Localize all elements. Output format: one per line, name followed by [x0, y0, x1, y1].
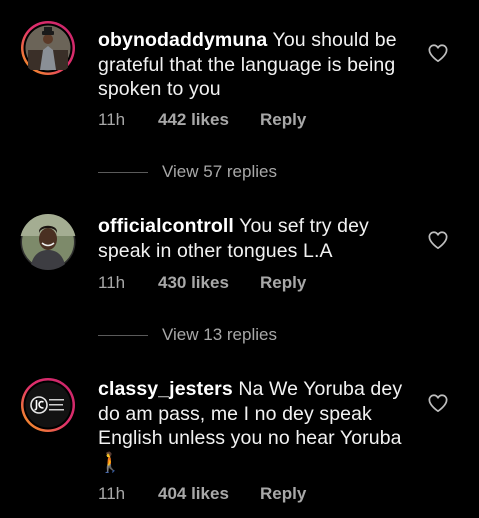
comment-meta: 11h 404 likes Reply — [98, 484, 306, 504]
comment-meta: 11h 430 likes Reply — [98, 273, 306, 293]
likes-count[interactable]: 404 likes — [158, 484, 260, 504]
comment-text: officialcontroll You sef try dey speak i… — [98, 214, 408, 263]
view-replies-button[interactable]: View 13 replies — [98, 323, 277, 347]
reply-button[interactable]: Reply — [260, 273, 306, 293]
comment-time: 11h — [98, 273, 126, 292]
view-replies-label: View 57 replies — [162, 162, 277, 181]
comment-username[interactable]: officialcontroll — [98, 215, 234, 237]
heart-outline-icon[interactable] — [427, 43, 449, 63]
heart-outline-icon[interactable] — [427, 230, 449, 250]
reply-button[interactable]: Reply — [260, 484, 306, 504]
likes-count[interactable]: 442 likes — [158, 110, 260, 130]
avatar[interactable] — [20, 20, 76, 76]
comment-meta: 11h 442 likes Reply — [98, 110, 306, 130]
divider-line — [98, 334, 148, 336]
avatar[interactable] — [20, 214, 76, 270]
view-replies-label: View 13 replies — [162, 325, 277, 344]
avatar[interactable] — [20, 377, 76, 433]
view-replies-button[interactable]: View 57 replies — [98, 160, 277, 184]
heart-outline-icon[interactable] — [427, 393, 449, 413]
reply-button[interactable]: Reply — [260, 110, 306, 130]
divider-line — [98, 171, 148, 173]
comment-time: 11h — [98, 110, 126, 129]
comment-text: classy_jesters Na We Yoruba dey do am pa… — [98, 377, 408, 475]
comment-username[interactable]: classy_jesters — [98, 378, 233, 400]
comment-text: obynodaddymuna You should be grateful th… — [98, 28, 408, 102]
comment-time: 11h — [98, 484, 126, 503]
comment-username[interactable]: obynodaddymuna — [98, 29, 267, 51]
likes-count[interactable]: 430 likes — [158, 273, 260, 293]
